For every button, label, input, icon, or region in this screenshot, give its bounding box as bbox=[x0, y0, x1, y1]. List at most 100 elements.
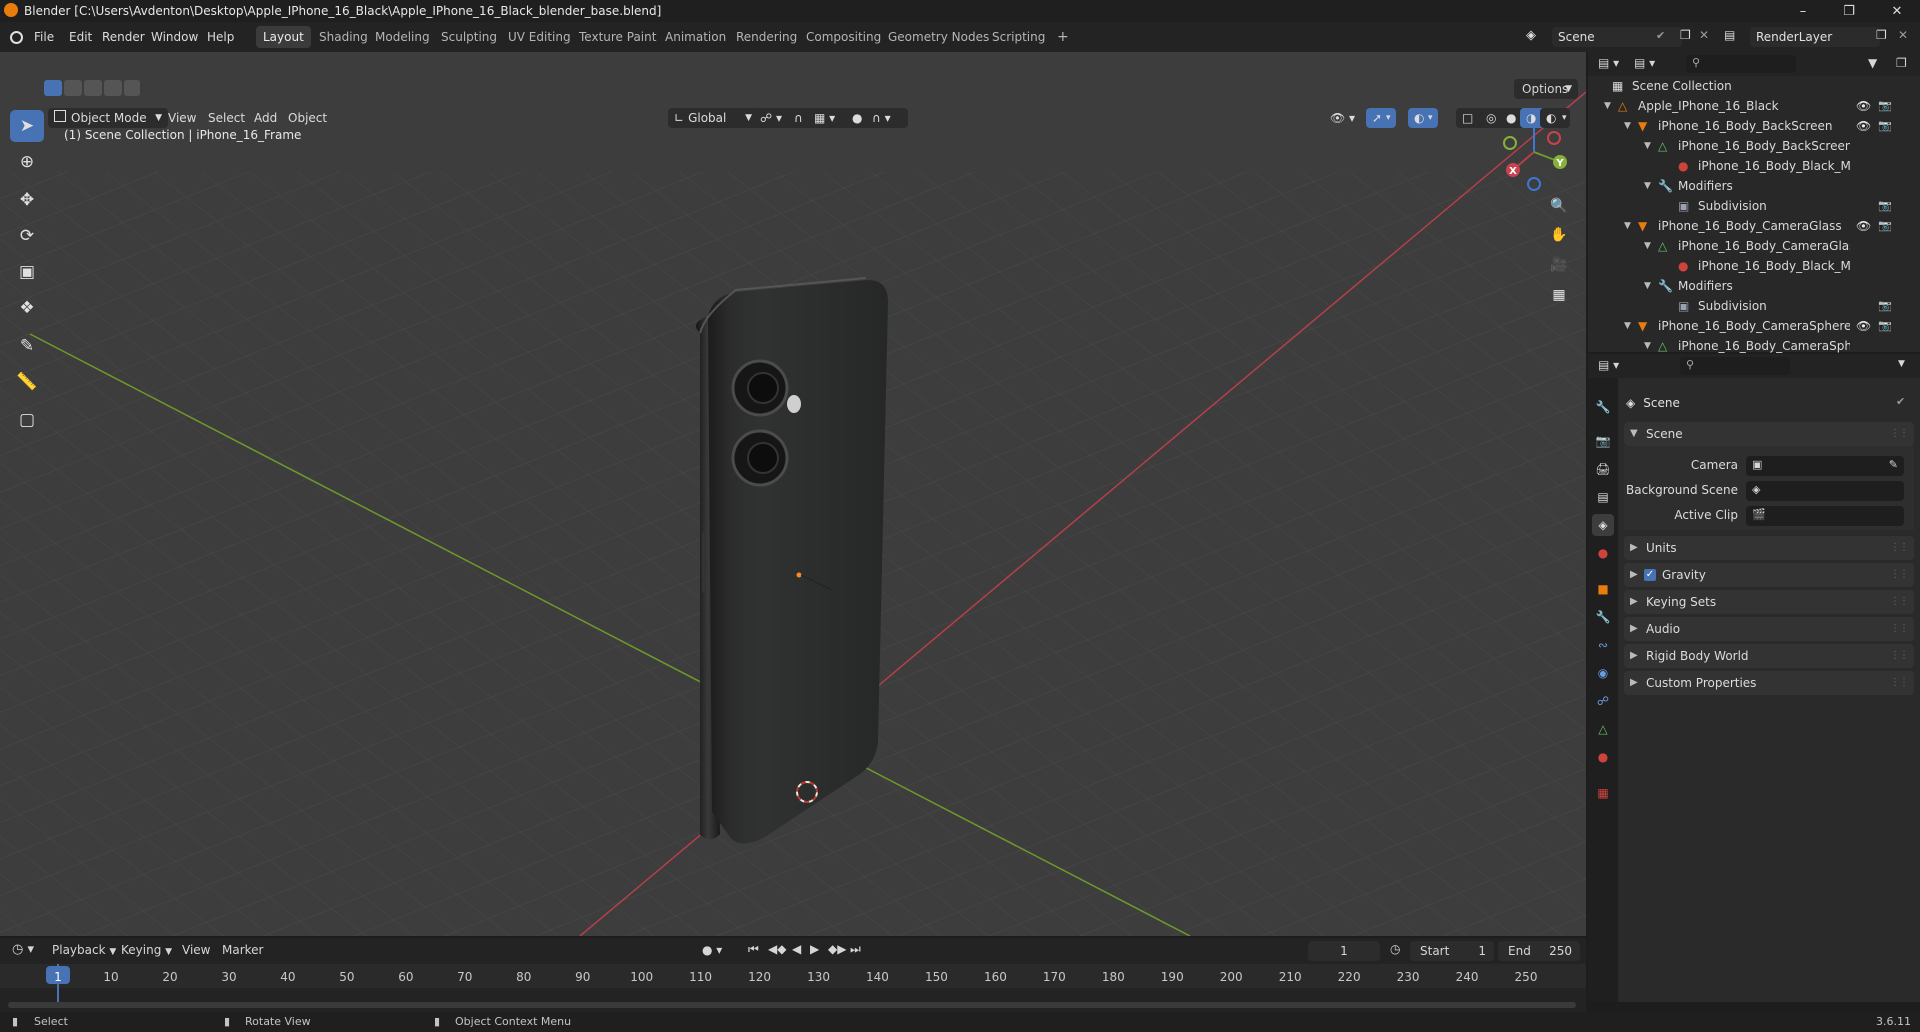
menu-view[interactable]: View bbox=[168, 108, 196, 128]
ortho-toggle-icon[interactable]: ▦ bbox=[1546, 282, 1572, 308]
camera-render-icon[interactable]: 📷 bbox=[1878, 96, 1892, 116]
expand-arrow-icon[interactable]: ▼ bbox=[1644, 276, 1651, 296]
audio-panel[interactable]: ▶ Audio ⋮⋮ bbox=[1624, 617, 1914, 641]
units-panel[interactable]: ▶ Units ⋮⋮ bbox=[1624, 536, 1914, 560]
timeline-scrollbar[interactable] bbox=[8, 1002, 1576, 1008]
camera-render-icon[interactable]: 📷 bbox=[1878, 216, 1892, 236]
menu-timeline-view[interactable]: View bbox=[182, 943, 210, 957]
overlay-dropdown-icon[interactable]: ▾ bbox=[1428, 108, 1440, 128]
render-tab-icon[interactable]: 📷 bbox=[1592, 430, 1614, 452]
properties-editor-type-icon[interactable]: ▤ ▾ bbox=[1598, 358, 1619, 372]
eyedropper-icon[interactable]: ✎ bbox=[1889, 458, 1898, 471]
menu-render[interactable]: Render bbox=[102, 22, 145, 52]
outliner-row[interactable]: ▼ △ iPhone_16_Body_CameraGlass bbox=[1588, 236, 1920, 256]
blender-menu-icon[interactable] bbox=[10, 31, 23, 44]
camera-render-icon[interactable]: 📷 bbox=[1878, 196, 1892, 216]
clock-icon[interactable]: ◷ bbox=[1390, 942, 1400, 956]
tab-animation[interactable]: Animation bbox=[658, 26, 733, 48]
expand-arrow-icon[interactable]: ▼ bbox=[1644, 236, 1651, 256]
delete-view-layer-icon[interactable]: ✕ bbox=[1898, 28, 1908, 42]
outliner-root[interactable]: ▦ Scene Collection bbox=[1588, 76, 1920, 96]
eye-icon[interactable]: 👁 bbox=[1856, 316, 1871, 336]
menu-marker[interactable]: Marker bbox=[222, 943, 263, 957]
start-frame-field[interactable]: Start 1 bbox=[1410, 941, 1494, 961]
expand-arrow-icon[interactable]: ▼ bbox=[1624, 216, 1631, 236]
tab-layout[interactable]: Layout bbox=[256, 26, 311, 48]
tool-scale[interactable]: ▣ bbox=[10, 256, 44, 288]
physics-tab-icon[interactable]: ◉ bbox=[1592, 662, 1614, 684]
scene-panel-header[interactable]: ▼ Scene ⋮⋮ bbox=[1624, 422, 1914, 446]
tool-cursor[interactable]: ⊕ bbox=[10, 146, 44, 178]
expand-arrow-icon[interactable]: ▼ bbox=[1604, 96, 1611, 116]
rigid-body-world-panel[interactable]: ▶ Rigid Body World ⋮⋮ bbox=[1624, 644, 1914, 668]
data-tab-icon[interactable]: △ bbox=[1592, 718, 1614, 740]
select-intersect-icon[interactable] bbox=[124, 80, 140, 96]
texture-tab-icon[interactable]: ▦ bbox=[1592, 782, 1614, 804]
outliner-row[interactable]: ▼ △ iPhone_16_Body_CameraSphere bbox=[1588, 336, 1920, 356]
outliner-row[interactable]: ▣ Subdivision 📷 bbox=[1588, 296, 1920, 316]
tool-move[interactable]: ✥ bbox=[10, 184, 44, 216]
tab-rendering[interactable]: Rendering bbox=[729, 26, 804, 48]
menu-playback[interactable]: Playback ▼ bbox=[52, 943, 116, 957]
tab-scripting[interactable]: Scripting bbox=[985, 26, 1052, 48]
close-button[interactable]: ✕ bbox=[1874, 0, 1920, 22]
iphone-model[interactable] bbox=[696, 277, 888, 844]
outliner-row[interactable]: ● iPhone_16_Body_Black_MA bbox=[1588, 256, 1920, 276]
keying-sets-panel[interactable]: ▶ Keying Sets ⋮⋮ bbox=[1624, 590, 1914, 614]
modifier-tab-icon[interactable]: 🔧 bbox=[1592, 606, 1614, 628]
object-tab-icon[interactable]: ■ bbox=[1592, 578, 1614, 600]
properties-search-input[interactable]: ⚲ bbox=[1680, 357, 1790, 375]
outliner-editor-type-icon[interactable]: ▤ ▾ bbox=[1598, 56, 1619, 70]
view-layer-tab-icon[interactable]: ▤ bbox=[1592, 486, 1614, 508]
options-button[interactable]: Options ▼ bbox=[1514, 79, 1578, 99]
camera-render-icon[interactable]: 📷 bbox=[1878, 116, 1892, 136]
drag-grip-icon[interactable]: ⋮⋮ bbox=[1890, 617, 1909, 641]
tool-add-cube[interactable]: ▢ bbox=[10, 404, 44, 436]
menu-object[interactable]: Object bbox=[288, 108, 327, 128]
tool-tab-icon[interactable]: 🔧 bbox=[1592, 396, 1614, 418]
tool-select-box[interactable]: ➤ bbox=[10, 110, 44, 142]
menu-select[interactable]: Select bbox=[208, 108, 245, 128]
menu-window[interactable]: Window bbox=[151, 22, 198, 52]
play-reverse-icon[interactable]: ◀ bbox=[792, 942, 801, 956]
outliner-row[interactable]: ▼ 🔧 Modifiers bbox=[1588, 276, 1920, 296]
camera-render-icon[interactable]: 📷 bbox=[1878, 316, 1892, 336]
drag-grip-icon[interactable]: ⋮⋮ bbox=[1890, 422, 1909, 446]
eye-icon[interactable]: 👁 bbox=[1856, 96, 1871, 116]
particles-tab-icon[interactable]: ∾ bbox=[1592, 634, 1614, 656]
transform-orientation-selector[interactable]: ∟ Global ▼ bbox=[668, 108, 758, 128]
drag-grip-icon[interactable]: ⋮⋮ bbox=[1890, 671, 1909, 695]
drag-grip-icon[interactable]: ⋮⋮ bbox=[1890, 536, 1909, 560]
add-workspace-icon[interactable]: + bbox=[1050, 26, 1076, 48]
end-frame-field[interactable]: End 250 bbox=[1498, 941, 1580, 961]
tab-geometry-nodes[interactable]: Geometry Nodes bbox=[881, 26, 996, 48]
outliner-row[interactable]: ▼ ▼ iPhone_16_Body_CameraGlass 👁 📷 bbox=[1588, 216, 1920, 236]
custom-properties-panel[interactable]: ▶ Custom Properties ⋮⋮ bbox=[1624, 671, 1914, 695]
tool-rotate[interactable]: ⟳ bbox=[10, 220, 44, 252]
new-view-layer-icon[interactable]: ❐ bbox=[1876, 28, 1887, 42]
pan-hand-icon[interactable]: ✋ bbox=[1546, 222, 1572, 248]
scene-icon[interactable]: ◈ bbox=[1526, 28, 1536, 43]
falloff-icon[interactable]: ∩ ▾ bbox=[866, 108, 908, 128]
tab-sculpting[interactable]: Sculpting bbox=[434, 26, 504, 48]
active-clip-field[interactable]: 🎬 bbox=[1746, 506, 1904, 526]
output-tab-icon[interactable]: 🖨 bbox=[1592, 458, 1614, 480]
play-icon[interactable]: ▶ bbox=[810, 942, 819, 956]
outliner-row[interactable]: ▼ ▼ iPhone_16_Body_CameraSpheresBa 👁 📷 bbox=[1588, 316, 1920, 336]
menu-help[interactable]: Help bbox=[207, 22, 234, 52]
gravity-panel[interactable]: ▶ ✓ Gravity ⋮⋮ bbox=[1624, 563, 1914, 587]
tab-modeling[interactable]: Modeling bbox=[368, 26, 437, 48]
menu-edit[interactable]: Edit bbox=[69, 22, 92, 52]
drag-grip-icon[interactable]: ⋮⋮ bbox=[1890, 644, 1909, 668]
tool-annotate[interactable]: ✎ bbox=[10, 330, 44, 362]
expand-arrow-icon[interactable]: ▼ bbox=[1644, 336, 1651, 356]
jump-start-icon[interactable]: ⏮ bbox=[748, 942, 759, 957]
outliner-row[interactable]: ▼ △ iPhone_16_Body_BackScreen bbox=[1588, 136, 1920, 156]
mode-selector[interactable]: Object Mode ▼ bbox=[48, 108, 168, 128]
camera-render-icon[interactable]: 📷 bbox=[1878, 296, 1892, 316]
menu-add[interactable]: Add bbox=[254, 108, 277, 128]
delete-scene-icon[interactable]: ✕ bbox=[1699, 28, 1709, 42]
eye-icon[interactable]: 👁 bbox=[1856, 216, 1871, 236]
jump-keyframe-prev-icon[interactable]: ◀◆ bbox=[768, 942, 786, 956]
pin-icon[interactable]: ✔ bbox=[1656, 29, 1665, 42]
